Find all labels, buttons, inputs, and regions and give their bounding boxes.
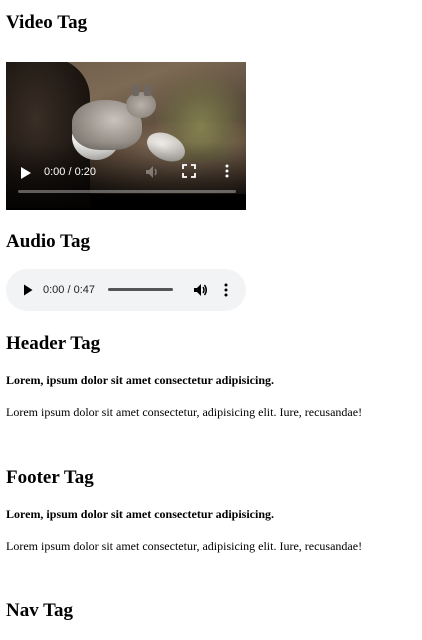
audio-progress-bar[interactable] <box>108 288 173 291</box>
nav-section-heading: Nav Tag <box>6 600 74 621</box>
video-time-display: 0:00 / 0:20 <box>44 166 96 178</box>
header-bold-text: Lorem, ipsum dolor sit amet consectetur … <box>6 373 274 387</box>
volume-icon[interactable] <box>144 164 160 180</box>
audio-player[interactable]: 0:00 / 0:47 <box>6 269 246 311</box>
video-player[interactable]: 0:00 / 0:20 <box>6 62 246 210</box>
video-section-heading: Video Tag <box>6 12 88 33</box>
audio-section-heading: Audio Tag <box>6 231 90 252</box>
fullscreen-icon[interactable] <box>182 164 196 178</box>
footer-bold-text: Lorem, ipsum dolor sit amet consectetur … <box>6 507 274 521</box>
more-options-icon[interactable] <box>224 164 230 178</box>
header-paragraph: Lorem ipsum dolor sit amet consectetur, … <box>6 405 363 419</box>
play-icon[interactable] <box>20 166 32 180</box>
play-icon[interactable] <box>23 284 33 296</box>
audio-time-display: 0:00 / 0:47 <box>43 284 95 296</box>
footer-paragraph: Lorem ipsum dolor sit amet consectetur, … <box>6 539 363 553</box>
more-options-icon[interactable] <box>223 283 229 297</box>
header-section-heading: Header Tag <box>6 333 101 354</box>
footer-section-heading: Footer Tag <box>6 467 94 488</box>
audio-progress-fill <box>108 288 173 291</box>
video-progress-bar[interactable] <box>18 190 236 193</box>
volume-icon[interactable] <box>192 282 208 298</box>
